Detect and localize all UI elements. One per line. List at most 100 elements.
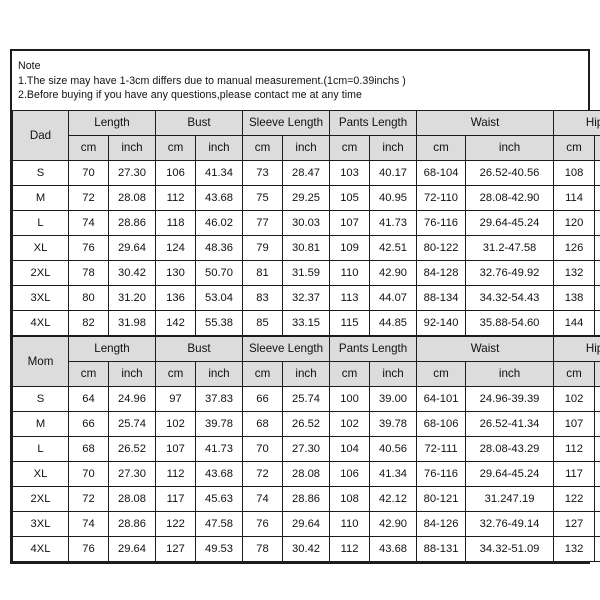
measurement-cell: 32.76-49.14 [465,510,555,537]
measurement-cell: 31.2-47.58 [465,234,555,261]
measurement-cell: 34.32-51.09 [465,535,555,562]
measurement-cell: 39.78 [594,385,600,412]
unit-header: cm [68,134,109,161]
measurement-cell: 84-128 [416,259,467,286]
size-chart-frame: Note 1.The size may have 1-3cm differs d… [10,49,600,564]
measurement-cell: 26.52-40.56 [465,159,555,186]
measurement-cell: 34.32-54.43 [465,284,555,311]
size-label: L [12,209,69,236]
measurement-cell: 88-134 [416,284,467,311]
measurement-cell: 42.51 [369,234,418,261]
unit-header: inch [369,360,418,387]
size-label: XL [12,234,69,261]
measurement-cell: 127 [155,535,196,562]
measurement-cell: 55.38 [194,309,244,336]
unit-header: cm [155,134,196,161]
measurement-cell: 108 [553,159,596,186]
measurement-cell: 103 [329,159,371,186]
measurement-cell: 70 [68,460,109,487]
measurement-cell: 32.37 [282,284,331,311]
measurement-cell: 106 [155,159,196,186]
measurement-cell: 53.04 [194,284,244,311]
measurement-cell: 33.15 [282,309,331,336]
measurement-cell: 126 [553,234,596,261]
table-row: 2XL 78 30.42 130 50.70 81 31.59 110 42.90 84-128 3… [12,259,600,286]
measurement-cell: 26.52 [108,435,156,462]
measurement-cell: 28.47 [282,159,331,186]
measurement-cell: 31.98 [108,309,156,336]
measurement-cell: 110 [329,510,371,537]
measurement-cell: 25.74 [108,410,156,437]
column-group-header: Bust [154,335,244,362]
measurement-cell: 80-122 [416,234,467,261]
measurement-cell: 77 [242,209,284,236]
measurement-cell: 82 [68,309,109,336]
unit-header: cm [416,134,467,161]
unit-header: cm [329,134,371,161]
measurement-cell: 92-140 [416,309,467,336]
table-row: XL 70 27.30 112 43.68 72 28.08 106 41.34 76-116 29… [12,460,600,487]
size-label: L [12,435,69,462]
measurement-cell: 120 [553,209,596,236]
measurement-cell: 28.08 [282,460,331,487]
column-group-header: Pants Length [329,335,418,362]
measurement-cell: 112 [553,435,596,462]
measurement-cell: 39.00 [369,385,418,412]
unit-header: cm [553,134,596,161]
measurement-cell: 100 [329,385,371,412]
measurement-cell: 29.25 [282,184,331,211]
measurement-cell: 44.46 [594,184,600,211]
size-label: 4XL [12,309,69,336]
table-row: L 74 28.86 118 46.02 77 30.03 107 41.73 76-116 29.… [12,209,600,236]
table-row: 4XL 82 31.98 142 55.38 85 33.15 115 44.85 92-140 3… [12,309,600,336]
measurement-cell: 26.52 [282,410,331,437]
table-row: 4XL 76 29.64 127 49.53 78 30.42 112 43.68 88-131 3… [12,535,600,562]
measurement-cell: 142 [155,309,196,336]
measurement-cell: 70 [68,159,109,186]
unit-header: inch [194,360,244,387]
column-group-header: Length [68,109,156,136]
measurement-cell: 113 [329,284,371,311]
measurement-cell: 70 [242,435,284,462]
measurement-cell: 106 [329,460,371,487]
unit-header: cm [329,360,371,387]
measurement-cell: 32.76-49.92 [465,259,555,286]
column-group-header: Waist [416,109,555,136]
unit-header: cm [242,360,284,387]
measurement-cell: 72 [68,485,109,512]
unit-header: inch [594,134,600,161]
measurement-cell: 28.08-43.29 [465,435,555,462]
measurement-cell: 46.80 [594,209,600,236]
measurement-cell: 88-131 [416,535,467,562]
table-row: S 70 27.30 106 41.34 73 28.47 103 40.17 68-104 26.… [12,159,600,186]
measurement-cell: 112 [155,184,196,211]
measurement-cell: 80-121 [416,485,467,512]
measurement-cell: 47.58 [594,485,600,512]
measurement-cell: 46.02 [194,209,244,236]
unit-header: inch [465,134,555,161]
measurement-cell: 30.81 [282,234,331,261]
measurement-cell: 42.90 [369,259,418,286]
note-line-2: 2.Before buying if you have any question… [18,89,362,102]
measurement-cell: 83 [242,284,284,311]
measurement-cell: 35.88-54.60 [465,309,555,336]
measurement-cell: 72-110 [416,184,467,211]
measurement-cell: 42.12 [369,485,418,512]
measurement-cell: 64 [68,385,109,412]
measurement-cell: 49.53 [194,535,244,562]
measurement-cell: 25.74 [282,385,331,412]
size-label: 3XL [12,510,69,537]
table-row: L 68 26.52 107 41.73 70 27.30 104 40.56 72-111 28.… [12,435,600,462]
measurement-cell: 45.63 [194,485,244,512]
column-group-header: Hip [553,109,600,136]
measurement-cell: 115 [329,309,371,336]
column-group-header: Waist [416,335,555,362]
measurement-cell: 108 [329,485,371,512]
measurement-cell: 124 [155,234,196,261]
measurement-cell: 68-104 [416,159,467,186]
unit-header: cm [553,360,596,387]
measurement-cell: 31.20 [108,284,156,311]
measurement-cell: 29.64 [282,510,331,537]
measurement-cell: 41.73 [594,410,600,437]
measurement-cell: 74 [68,510,109,537]
